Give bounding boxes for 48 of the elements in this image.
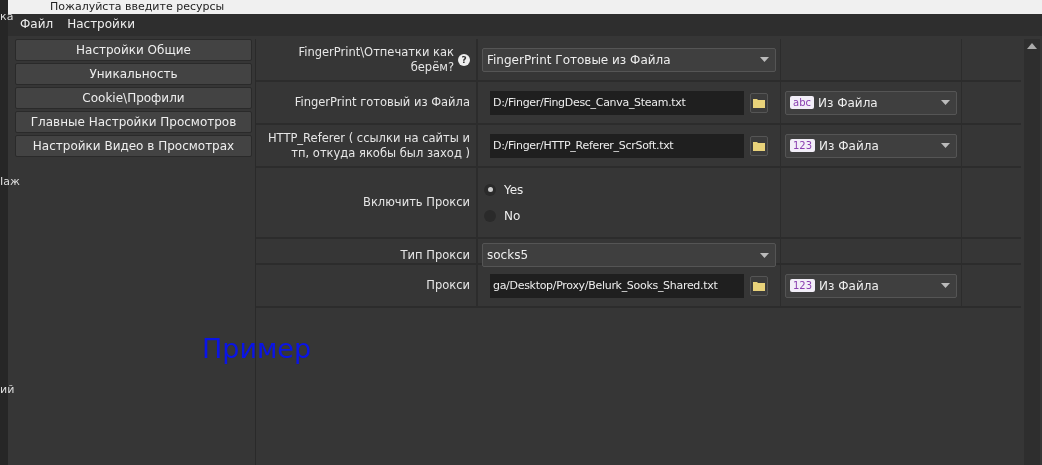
sidebar-button[interactable]: Настройки Общие (15, 39, 252, 61)
type-badge: 123 (790, 279, 816, 292)
type-badge: 123 (790, 139, 816, 152)
window-title: Пожалуйста введите ресурсы (8, 0, 1042, 14)
help-button[interactable]: ? (458, 53, 470, 66)
menu-item[interactable]: Настройки (67, 17, 135, 33)
caret-icon (941, 143, 950, 148)
sidebar-button[interactable]: Уникальность (15, 63, 252, 85)
file-path-field[interactable]: D:/Finger/FingDesc_Canva_Steam.txt (490, 90, 744, 115)
file-path-field[interactable]: D:/Finger/HTTP_Referer_ScrSoft.txt (490, 133, 744, 158)
field-label: Включить Прокси (363, 195, 470, 210)
dropdown-value: Из Файла (819, 138, 879, 153)
folder-icon (753, 97, 765, 108)
sidebar-button[interactable]: Cookie\Профили (15, 87, 252, 109)
type-badge: abc (790, 96, 814, 109)
background-window-text: ий (0, 383, 15, 396)
field-label: Тип Прокси (400, 247, 470, 263)
dropdown[interactable]: FingerPrint Готовые из Файла (482, 47, 776, 72)
caret-icon (941, 283, 950, 288)
scrollbar[interactable] (1024, 39, 1040, 465)
folder-icon (753, 280, 765, 291)
source-dropdown[interactable]: 123 Из Файла (785, 133, 957, 158)
field-label: HTTP_Referer ( ссылки на сайты и тп, откуда якобы был заход ) (266, 130, 470, 161)
sidebar-button[interactable]: Главные Настройки Просмотров (15, 111, 252, 133)
source-dropdown[interactable]: abc Из Файла (785, 90, 957, 115)
radio-label: No (504, 208, 521, 223)
sidebar-button[interactable]: Настройки Видео в Просмотрах (15, 135, 252, 157)
dropdown[interactable]: socks5 (482, 243, 776, 267)
field-label: Прокси (426, 278, 470, 293)
radio-label: Yes (504, 182, 524, 197)
radio-button[interactable] (484, 183, 496, 196)
caret-icon (941, 100, 950, 105)
dropdown-value: Из Файла (818, 95, 878, 110)
field-label: FingerPrint готовый из Файла (294, 95, 470, 110)
scroll-up-arrow-icon[interactable] (1026, 41, 1038, 51)
field-label: FingerPrint\Отпечатки как берём? (297, 44, 454, 75)
example-text: Пример (202, 333, 312, 364)
background-window-text: Іаж (0, 175, 20, 188)
file-path-field[interactable]: ga/Desktop/Proxy/Belurk_Sooks_Shared.txt (490, 273, 744, 298)
browse-button[interactable] (750, 275, 768, 296)
menu-item[interactable]: Файл (20, 17, 54, 33)
caret-icon (760, 252, 769, 258)
dropdown-value: Из Файла (819, 278, 879, 293)
browse-button[interactable] (750, 135, 768, 156)
folder-icon (753, 140, 765, 151)
source-dropdown[interactable]: 123 Из Файла (785, 273, 957, 298)
browse-button[interactable] (750, 92, 768, 113)
caret-icon (760, 57, 769, 62)
